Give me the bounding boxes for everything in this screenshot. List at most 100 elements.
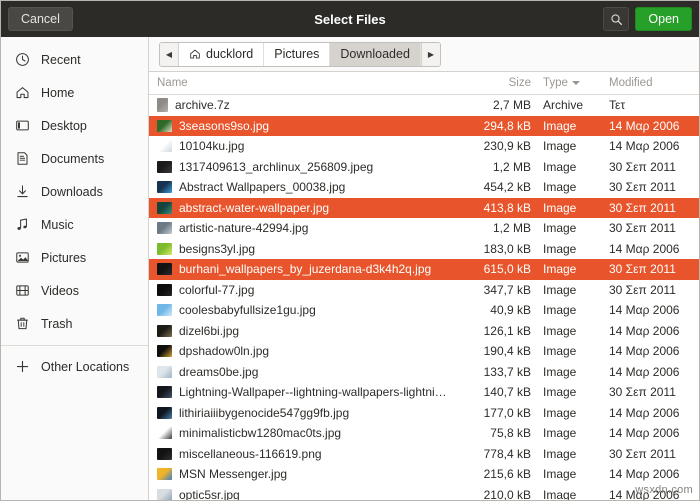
document-icon: [14, 151, 30, 167]
file-name-label: MSN Messenger.jpg: [179, 467, 288, 482]
table-row[interactable]: 3seasons9so.jpg 294,8 kB Image 14 Μαρ 2006: [149, 115, 699, 136]
sidebar-item-desktop[interactable]: Desktop: [1, 109, 148, 142]
image-thumbnail-icon: [157, 324, 172, 337]
file-name-cell: archive.7z: [157, 98, 465, 113]
file-name-cell: dreams0be.jpg: [157, 365, 465, 379]
file-modified-cell: 14 Μαρ 2006: [609, 118, 680, 133]
image-thumbnail-icon: [157, 181, 172, 194]
sidebar-item-label: Downloads: [41, 184, 103, 199]
breadcrumb-item-pictures[interactable]: Pictures: [264, 42, 331, 66]
file-size-cell: 615,0 kB: [483, 262, 531, 277]
table-row[interactable]: dreams0be.jpg 133,7 kB Image 14 Μαρ 2006: [149, 362, 699, 383]
file-name-cell: dizel6bi.jpg: [157, 324, 465, 338]
image-thumbnail-icon: [157, 406, 172, 419]
breadcrumb-back-button[interactable]: ◀: [160, 42, 179, 66]
sidebar-item-recent[interactable]: Recent: [1, 43, 148, 76]
sidebar-item-videos[interactable]: Videos: [1, 274, 148, 307]
breadcrumb-item-downloaded[interactable]: Downloaded: [330, 42, 421, 66]
file-modified-cell: 30 Σεπ 2011: [609, 262, 676, 277]
column-header-type-label: Type: [543, 77, 568, 89]
sidebar-item-label: Desktop: [41, 118, 87, 133]
sidebar-item-other-locations[interactable]: Other Locations: [1, 350, 148, 383]
trash-icon: [14, 316, 30, 332]
table-row[interactable]: dizel6bi.jpg 126,1 kB Image 14 Μαρ 2006: [149, 321, 699, 342]
cancel-button[interactable]: Cancel: [8, 7, 73, 31]
file-type-cell: Image: [543, 303, 577, 318]
sidebar-item-trash[interactable]: Trash: [1, 307, 148, 340]
sidebar-item-label: Home: [41, 85, 75, 100]
sidebar-item-home[interactable]: Home: [1, 76, 148, 109]
table-row[interactable]: archive.7z 2,7 MB Archive Τετ: [149, 95, 699, 116]
sidebar-item-label: Music: [41, 217, 74, 232]
file-list[interactable]: archive.7z 2,7 MB Archive Τετ 3seasons9so.jp…: [149, 95, 699, 500]
table-row[interactable]: burhani_wallpapers_by_juzerdana-d3k4h2q.…: [149, 259, 699, 280]
file-name-label: optic5sr.jpg: [179, 487, 240, 500]
chevron-right-icon: ▶: [427, 49, 434, 59]
image-thumbnail-icon: [157, 140, 172, 153]
column-header-size[interactable]: Size: [465, 77, 539, 89]
file-name-cell: colorful-77.jpg: [157, 283, 465, 297]
file-size-cell: 347,7 kB: [483, 282, 531, 297]
sidebar-item-label: Documents: [41, 151, 105, 166]
table-row[interactable]: optic5sr.jpg 210,0 kB Image 14 Μαρ 2006: [149, 485, 699, 500]
clock-icon: [14, 52, 30, 68]
breadcrumb-forward-button[interactable]: ▶: [420, 42, 440, 66]
window-title: Select Files: [314, 11, 386, 27]
column-header-name[interactable]: Name: [157, 77, 465, 89]
file-name-cell: minimalisticbw1280mac0ts.jpg: [157, 426, 465, 440]
table-row[interactable]: dpshadow0ln.jpg 190,4 kB Image 14 Μαρ 2006: [149, 341, 699, 362]
sidebar-item-pictures[interactable]: Pictures: [1, 241, 148, 274]
table-row[interactable]: colorful-77.jpg 347,7 kB Image 30 Σεπ 2011: [149, 280, 699, 301]
file-size-cell: 190,4 kB: [483, 344, 531, 359]
table-row[interactable]: Abstract Wallpapers_00038.jpg 454,2 kB Ima…: [149, 177, 699, 198]
table-row[interactable]: abstract-water-wallpaper.jpg 413,8 kB Imag…: [149, 197, 699, 218]
open-button[interactable]: Open: [635, 7, 692, 31]
file-modified-cell: 14 Μαρ 2006: [609, 364, 680, 379]
sidebar-item-music[interactable]: Music: [1, 208, 148, 241]
table-row[interactable]: MSN Messenger.jpg 215,6 kB Image 14 Μαρ 200…: [149, 464, 699, 485]
table-row[interactable]: besigns3yl.jpg 183,0 kB Image 14 Μαρ 2006: [149, 239, 699, 260]
file-type-cell: Image: [543, 118, 577, 133]
table-row[interactable]: minimalisticbw1280mac0ts.jpg 75,8 kB Image…: [149, 423, 699, 444]
file-name-cell: burhani_wallpapers_by_juzerdana-d3k4h2q.…: [157, 262, 465, 276]
table-row[interactable]: lithiriaiiibygenocide547gg9fb.jpg 177,0 k…: [149, 403, 699, 424]
file-modified-cell: Τετ: [609, 98, 626, 113]
file-type-cell: Image: [543, 467, 577, 482]
file-modified-cell: 30 Σεπ 2011: [609, 180, 676, 195]
file-name-cell: coolesbabyfullsize1gu.jpg: [157, 303, 465, 317]
column-header-modified[interactable]: Modified: [607, 77, 699, 89]
breadcrumb-item-ducklord[interactable]: ducklord: [179, 42, 265, 66]
file-modified-cell: 30 Σεπ 2011: [609, 200, 676, 215]
header-bar: Cancel Select Files Open: [1, 1, 699, 37]
search-button[interactable]: [603, 7, 630, 31]
table-row[interactable]: artistic-nature-42994.jpg 1,2 MB Image 30 Σ…: [149, 218, 699, 239]
plus-icon: [14, 359, 30, 375]
file-name-cell: MSN Messenger.jpg: [157, 467, 465, 481]
table-row[interactable]: miscellaneous-116619.png 778,4 kB Image 30 …: [149, 444, 699, 465]
file-name-label: Abstract Wallpapers_00038.jpg: [179, 180, 346, 195]
file-size-cell: 140,7 kB: [483, 385, 531, 400]
file-modified-cell: 30 Σεπ 2011: [609, 385, 676, 400]
image-thumbnail-icon: [157, 283, 172, 296]
column-header-type[interactable]: Type: [539, 77, 607, 89]
sidebar-item-documents[interactable]: Documents: [1, 142, 148, 175]
table-row[interactable]: Lightning-Wallpaper--lightning-wallpaper…: [149, 382, 699, 403]
file-name-cell: optic5sr.jpg: [157, 488, 465, 500]
file-modified-cell: 30 Σεπ 2011: [609, 159, 676, 174]
file-modified-cell: 30 Σεπ 2011: [609, 446, 676, 461]
table-row[interactable]: coolesbabyfullsize1gu.jpg 40,9 kB Image 14 …: [149, 300, 699, 321]
sidebar-item-downloads[interactable]: Downloads: [1, 175, 148, 208]
main-pane: ◀ ducklord Pictures Downloaded ▶ Name Si…: [149, 37, 699, 500]
table-row[interactable]: 1317409613_archlinux_256809.jpeg 1,2 MB Im…: [149, 157, 699, 178]
column-header-row: Name Size Type Modified: [149, 72, 699, 95]
sort-descending-icon: [571, 81, 580, 85]
file-name-label: artistic-nature-42994.jpg: [179, 221, 309, 236]
file-size-cell: 2,7 MB: [492, 98, 531, 113]
file-modified-cell: 14 Μαρ 2006: [609, 303, 680, 318]
image-thumbnail-icon: [157, 386, 172, 399]
file-name-label: archive.7z: [175, 98, 230, 113]
breadcrumb-item-label: Downloaded: [340, 47, 410, 61]
table-row[interactable]: 10104ku.jpg 230,9 kB Image 14 Μαρ 2006: [149, 136, 699, 157]
file-name-cell: artistic-nature-42994.jpg: [157, 221, 465, 235]
file-modified-cell: 14 Μαρ 2006: [609, 323, 680, 338]
